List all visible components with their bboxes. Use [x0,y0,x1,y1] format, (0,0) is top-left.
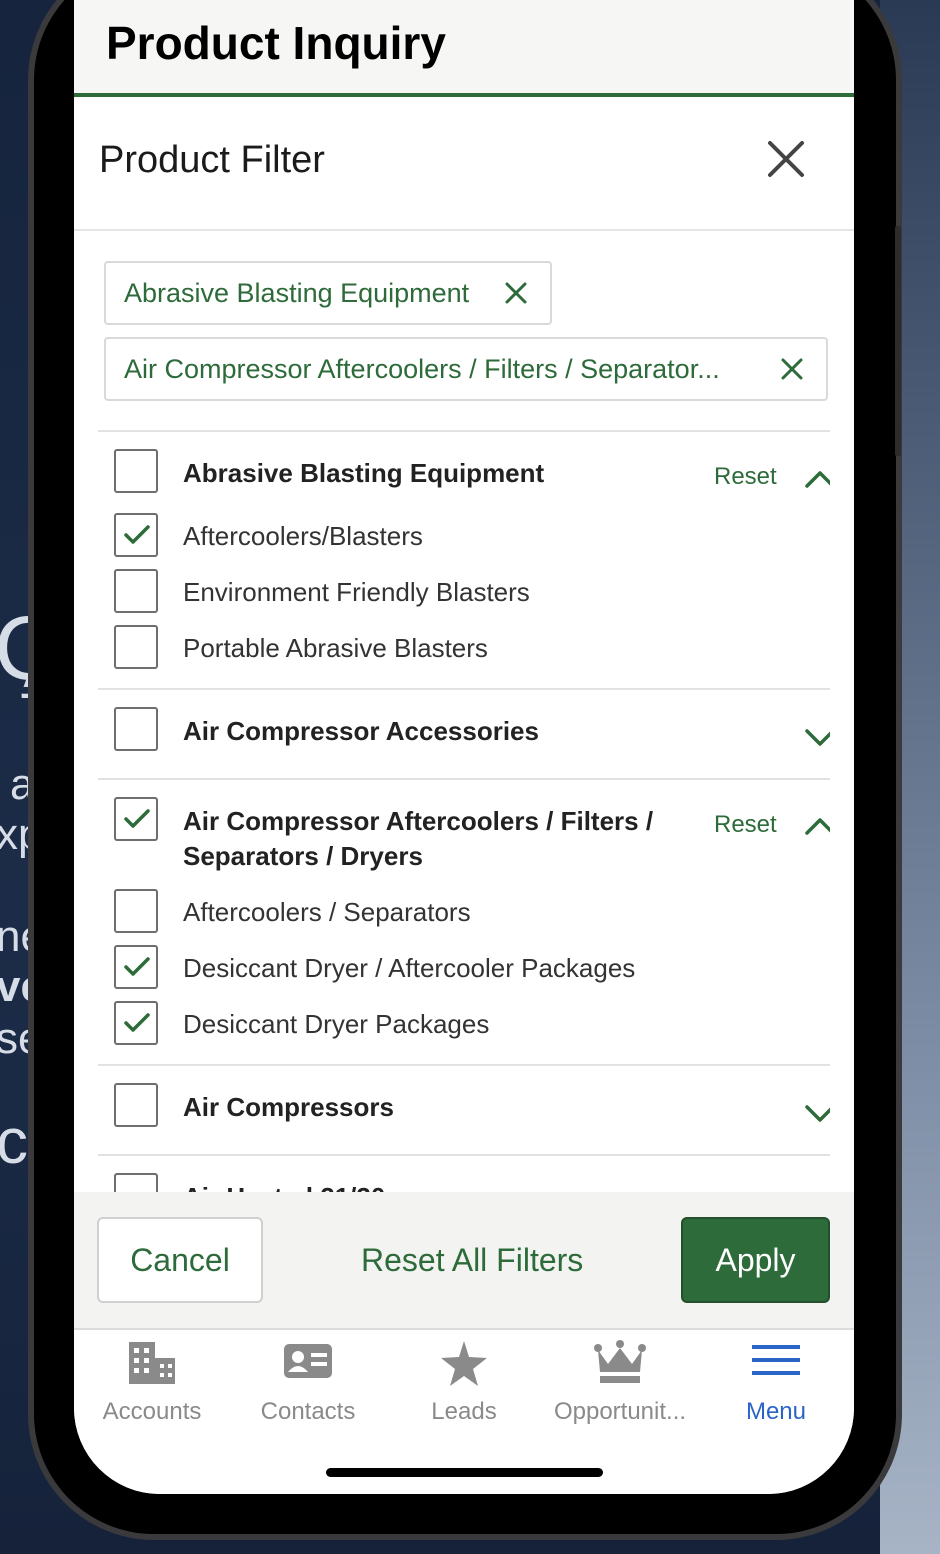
item-checkbox[interactable] [114,625,158,669]
filter-chip-label: Abrasive Blasting Equipment [124,278,470,308]
divider [98,1154,830,1156]
home-indicator[interactable] [326,1468,603,1477]
filter-chip[interactable]: Air Compressor Aftercoolers / Filters / … [104,337,828,401]
item-label[interactable]: Aftercoolers / Separators [183,897,471,928]
page-title: Product Inquiry [106,17,446,69]
divider [98,1064,830,1066]
close-icon[interactable] [764,137,808,181]
tab-opportunities[interactable]: Opportunit... [542,1330,698,1440]
chevron-up-icon[interactable] [804,469,830,489]
reset-all-filters-button[interactable]: Reset All Filters [361,1242,583,1279]
item-checkbox[interactable] [114,889,158,933]
divider [98,688,830,690]
remove-chip-icon[interactable] [504,281,528,305]
tab-label: Contacts [260,1398,356,1425]
tab-leads[interactable]: Leads [386,1330,542,1440]
item-checkbox-checked[interactable] [114,1001,158,1045]
remove-chip-icon[interactable] [780,357,804,381]
phone-side-button [895,226,901,456]
group-checkbox[interactable] [114,449,158,493]
tab-label: Menu [745,1398,807,1425]
tab-contacts[interactable]: Contacts [230,1330,386,1440]
chevron-down-icon[interactable] [804,728,830,748]
item-label[interactable]: Aftercoolers/Blasters [183,521,423,552]
group-checkbox[interactable] [114,1083,158,1127]
cancel-button[interactable]: Cancel [97,1217,263,1303]
filter-category-list[interactable]: Abrasive Blasting Equipment Reset Afterc… [98,430,830,1192]
tab-label: Opportunit... [553,1398,687,1425]
group-title-line: Air Compressor Aftercoolers / Filters / [183,806,654,836]
hamburger-icon [750,1340,802,1387]
filter-header: Product Filter [74,97,854,231]
group-checkbox[interactable] [114,1173,158,1192]
item-label[interactable]: Environment Friendly Blasters [183,577,530,608]
filter-chip-label: Air Compressor Aftercoolers / Filters / … [124,354,720,384]
app-screen: Product Inquiry Product Filter Abrasive … [74,0,854,1494]
crown-icon [594,1340,646,1393]
item-checkbox[interactable] [114,569,158,613]
group-title[interactable]: Air Heated 21/30 [183,1180,385,1192]
item-label[interactable]: Desiccant Dryer Packages [183,1009,489,1040]
item-label[interactable]: Portable Abrasive Blasters [183,633,488,664]
filter-chip[interactable]: Abrasive Blasting Equipment [104,261,552,325]
group-checkbox[interactable] [114,707,158,751]
app-title-bar: Product Inquiry [74,0,854,97]
filter-title: Product Filter [99,139,325,181]
apply-button[interactable]: Apply [681,1217,830,1303]
tab-accounts[interactable]: Accounts [74,1330,230,1440]
tab-menu[interactable]: Menu [698,1330,854,1440]
chevron-up-icon[interactable] [804,816,830,836]
filter-footer: Cancel Reset All Filters Apply [74,1192,854,1330]
chevron-down-icon[interactable] [804,1104,830,1124]
divider [98,778,830,780]
star-icon [439,1340,489,1395]
group-reset-link[interactable]: Reset [714,811,777,839]
group-reset-link[interactable]: Reset [714,463,777,491]
item-label[interactable]: Desiccant Dryer / Aftercooler Packages [183,953,635,984]
group-checkbox-checked[interactable] [114,797,158,841]
group-title[interactable]: Abrasive Blasting Equipment [183,456,544,491]
tab-label: Leads [431,1398,497,1425]
item-checkbox-checked[interactable] [114,945,158,989]
group-title-line: Separators / Dryers [183,841,423,871]
group-title[interactable]: Air Compressors [183,1090,394,1125]
group-title[interactable]: Air Compressor Aftercoolers / Filters / … [183,804,653,874]
divider [98,430,830,432]
group-title[interactable]: Air Compressor Accessories [183,714,539,749]
tab-label: Accounts [102,1398,202,1425]
building-icon [127,1340,177,1393]
contact-card-icon [283,1340,333,1387]
background-text: a [10,760,35,809]
item-checkbox-checked[interactable] [114,513,158,557]
